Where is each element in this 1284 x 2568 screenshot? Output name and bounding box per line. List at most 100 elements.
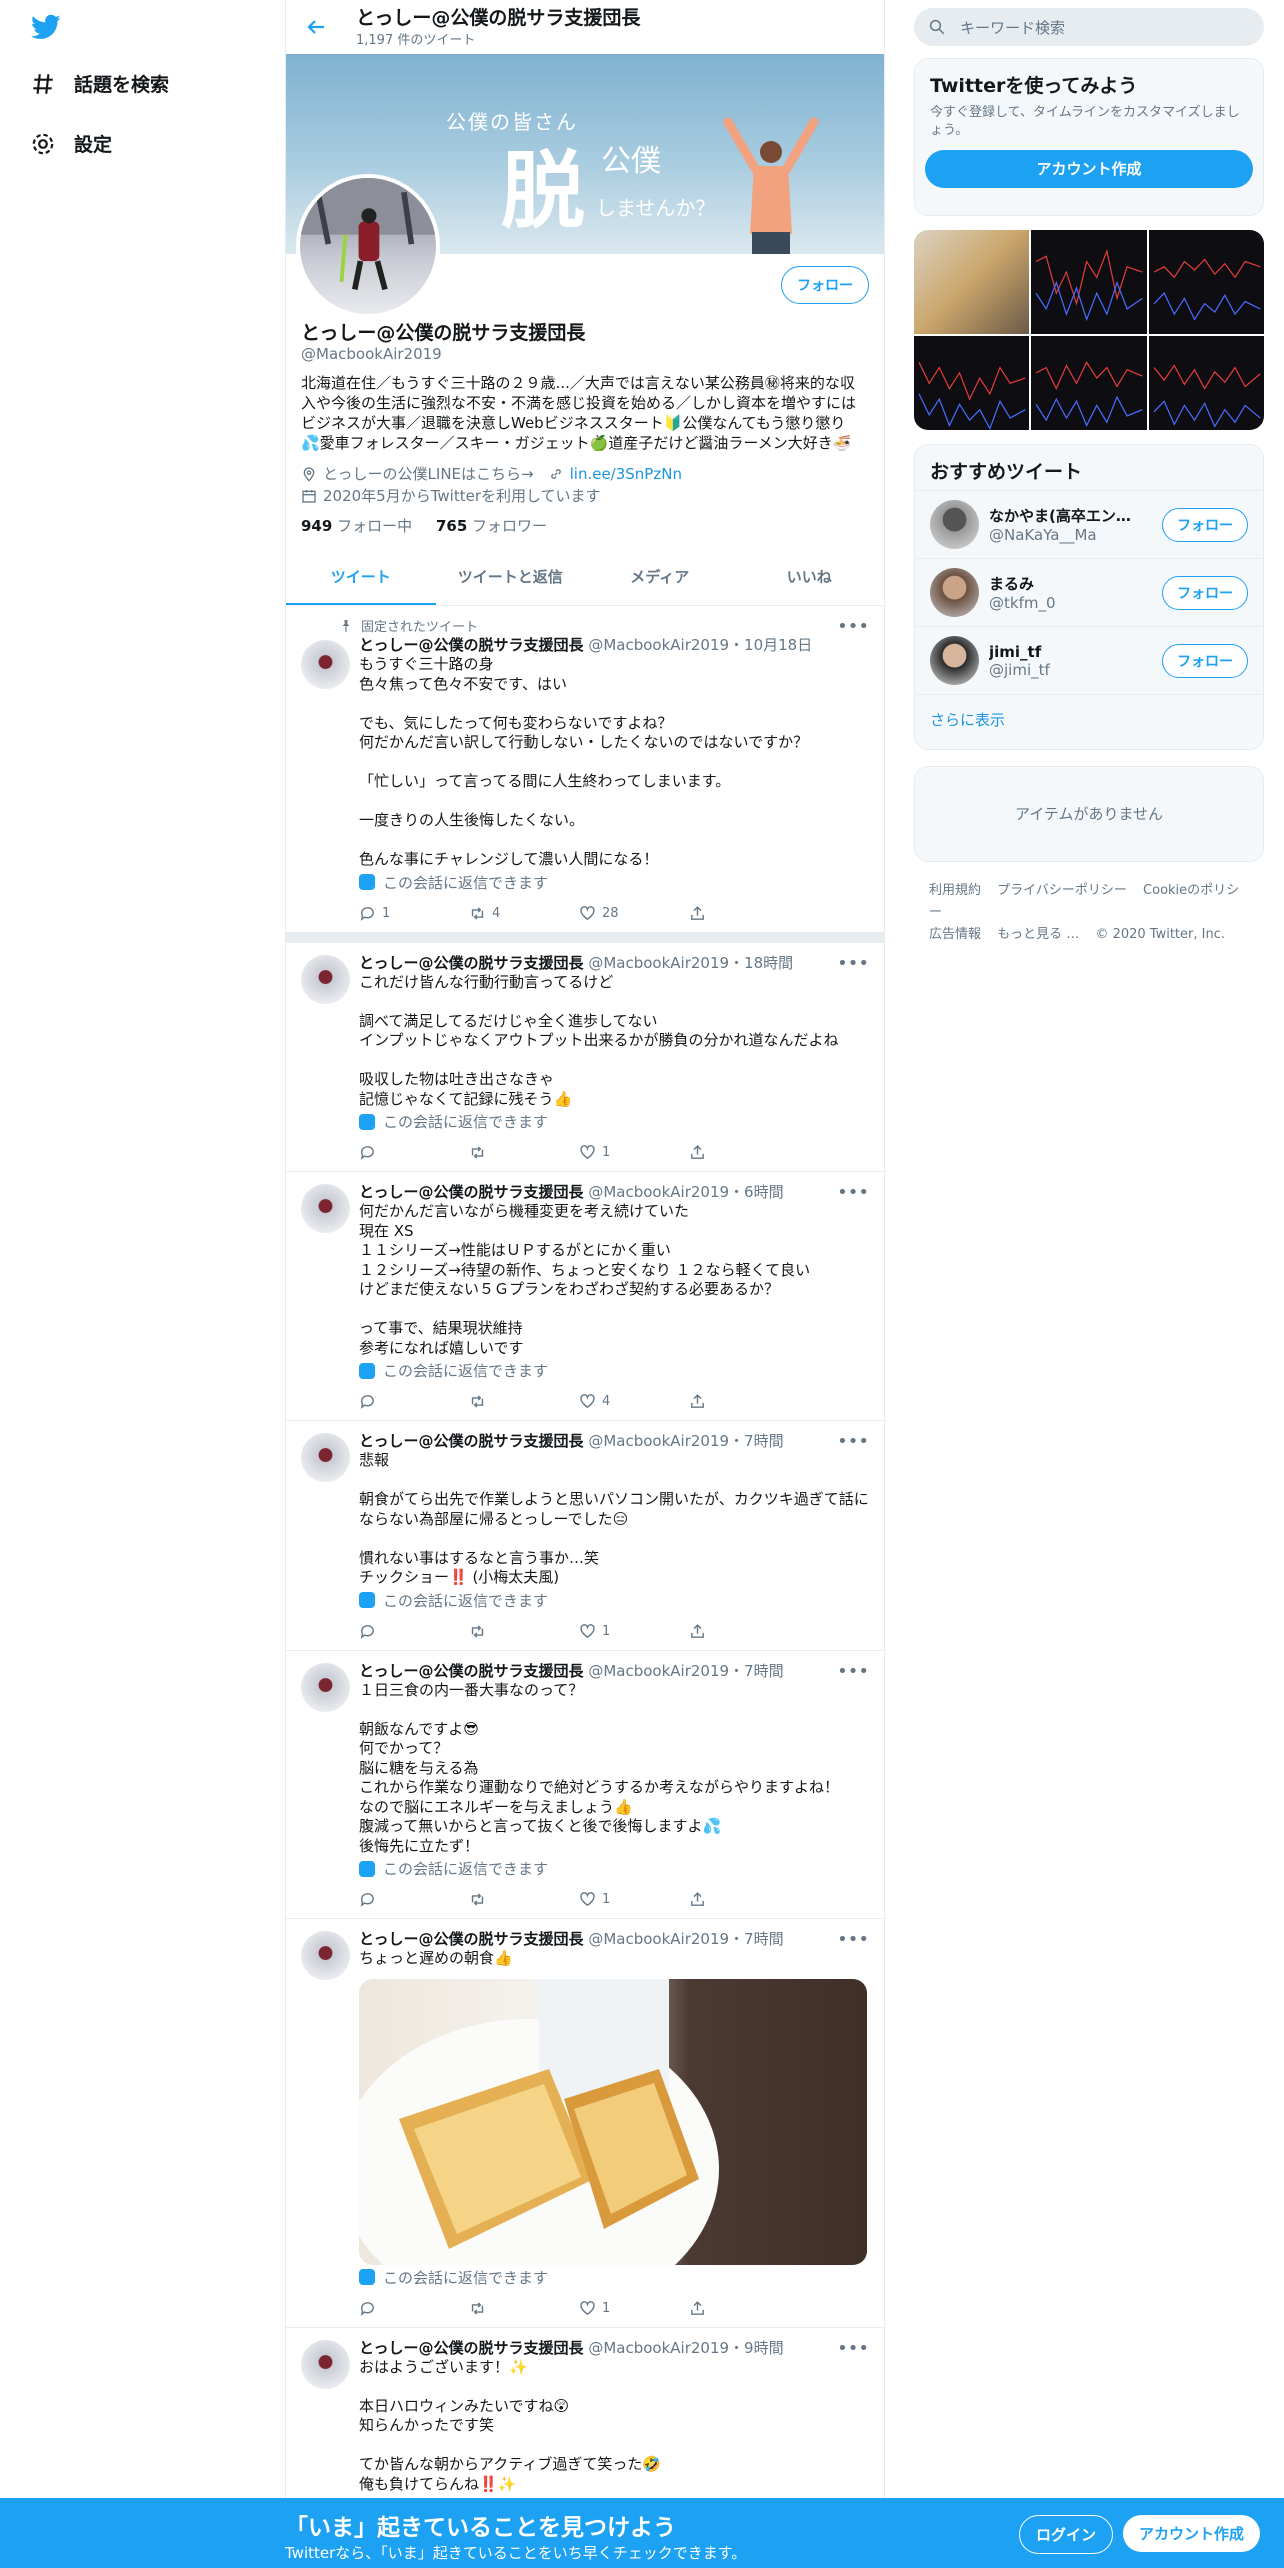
rec-follow-button[interactable]: フォロー: [1162, 507, 1248, 542]
tweet-photo[interactable]: [359, 1978, 867, 2265]
rec-avatar[interactable]: [930, 636, 979, 685]
share-button[interactable]: [689, 1623, 799, 1640]
nav-explore[interactable]: 話題を検索: [30, 70, 169, 97]
like-button[interactable]: 1: [579, 1891, 689, 1908]
rec-user[interactable]: まるみ @tkfm_0 フォロー: [915, 558, 1263, 626]
tweet-author-name[interactable]: とっしー@公僕の脱サラ支援団長: [359, 636, 584, 654]
tweet-meta[interactable]: @MacbookAir2019・7時間: [588, 1432, 783, 1450]
footer-ads[interactable]: 広告情報: [929, 927, 981, 942]
rec-user[interactable]: なかやま(高卒エンジニア)@NaKaYa__Ma フォロー: [915, 490, 1263, 558]
media-thumb-3[interactable]: [1148, 230, 1264, 335]
tab-media[interactable]: メディア: [585, 550, 735, 605]
signup-button[interactable]: アカウント作成: [925, 150, 1253, 188]
like-button[interactable]: 1: [579, 2300, 689, 2317]
tweet-header: とっしー@公僕の脱サラ支援団長 @MacbookAir2019・7時間: [359, 1431, 869, 1451]
retweet-button[interactable]: 4: [469, 905, 579, 922]
reply-button[interactable]: [359, 1144, 469, 1161]
tweet-avatar[interactable]: [301, 2339, 350, 2389]
tweet-meta[interactable]: @MacbookAir2019・9時間: [588, 2339, 783, 2357]
tweet[interactable]: 固定されたツイート ••• とっしー@公僕の脱サラ支援団長 @MacbookAir2…: [286, 606, 884, 933]
following-label[interactable]: フォロー中: [337, 517, 412, 535]
following-count[interactable]: 949: [301, 517, 332, 535]
retweet-button[interactable]: [469, 1393, 579, 1410]
tweet-avatar[interactable]: [301, 1433, 350, 1482]
tweet[interactable]: ••• とっしー@公僕の脱サラ支援団長 @MacbookAir2019・7時間 １日…: [286, 1651, 884, 1919]
more-options-icon[interactable]: •••: [837, 953, 869, 974]
more-options-icon[interactable]: •••: [837, 1182, 869, 1203]
back-arrow-icon[interactable]: [304, 15, 328, 39]
tab-likes[interactable]: いいね: [735, 550, 885, 605]
search-box[interactable]: キーワード検索: [914, 8, 1264, 46]
bottom-signup-button[interactable]: アカウント作成: [1123, 2515, 1261, 2552]
like-button[interactable]: 28: [579, 905, 689, 922]
more-options-icon[interactable]: •••: [837, 2338, 869, 2359]
tweet-avatar[interactable]: [301, 1662, 350, 1712]
profile-link[interactable]: lin.ee/3SnPzNn: [570, 463, 682, 485]
footer-more[interactable]: もっと見る …: [997, 927, 1079, 942]
reply-button[interactable]: [359, 1393, 469, 1410]
reply-button[interactable]: [359, 1891, 469, 1908]
tweet[interactable]: ••• とっしー@公僕の脱サラ支援団長 @MacbookAir2019・7時間 ちょ…: [286, 1919, 884, 2328]
tweet[interactable]: ••• とっしー@公僕の脱サラ支援団長 @MacbookAir2019・9時間 おは…: [286, 2328, 884, 2505]
media-thumb-1[interactable]: [914, 230, 1030, 335]
share-button[interactable]: [689, 2300, 799, 2317]
follow-button[interactable]: フォロー: [781, 266, 869, 304]
retweet-button[interactable]: [469, 1623, 579, 1640]
reply-button[interactable]: 1: [359, 905, 469, 922]
share-button[interactable]: [689, 1144, 799, 1161]
tweet-avatar[interactable]: [301, 1184, 350, 1233]
tweet-author-name[interactable]: とっしー@公僕の脱サラ支援団長: [359, 1662, 584, 1680]
tweet-meta[interactable]: @MacbookAir2019・18時間: [588, 954, 793, 972]
footer-terms[interactable]: 利用規約: [929, 883, 981, 898]
retweet-button[interactable]: [469, 1144, 579, 1161]
tweet-avatar[interactable]: [301, 640, 350, 689]
media-thumb-2[interactable]: [1031, 230, 1147, 335]
tweet-author-name[interactable]: とっしー@公僕の脱サラ支援団長: [359, 2339, 584, 2357]
like-button[interactable]: 1: [579, 1144, 689, 1161]
share-button[interactable]: [689, 905, 799, 922]
footer-privacy[interactable]: プライバシーポリシー: [997, 883, 1127, 898]
share-button[interactable]: [689, 1393, 799, 1410]
rec-avatar[interactable]: [930, 500, 979, 549]
more-options-icon[interactable]: •••: [837, 616, 869, 637]
twitter-logo-icon[interactable]: [28, 12, 64, 42]
login-button[interactable]: ログイン: [1019, 2515, 1114, 2554]
rec-follow-button[interactable]: フォロー: [1162, 643, 1248, 678]
like-button[interactable]: 1: [579, 1623, 689, 1640]
tweet[interactable]: ••• とっしー@公僕の脱サラ支援団長 @MacbookAir2019・7時間 悲報…: [286, 1421, 884, 1651]
rec-user[interactable]: jimi_tf @jimi_tf フォロー: [915, 626, 1263, 694]
rec-avatar[interactable]: [930, 568, 979, 617]
more-options-icon[interactable]: •••: [837, 1929, 869, 1950]
media-thumb-6[interactable]: [1148, 336, 1264, 430]
reply-button[interactable]: [359, 1623, 469, 1640]
tweet-avatar[interactable]: [301, 954, 350, 1004]
nav-settings[interactable]: 設定: [30, 130, 112, 157]
retweet-button[interactable]: [469, 2300, 579, 2317]
tweet-avatar[interactable]: [301, 1931, 350, 1980]
tweet-author-name[interactable]: とっしー@公僕の脱サラ支援団長: [359, 1930, 584, 1948]
media-thumb-4[interactable]: [914, 336, 1030, 430]
profile-avatar[interactable]: [296, 174, 440, 318]
tweet[interactable]: ••• とっしー@公僕の脱サラ支援団長 @MacbookAir2019・6時間 何だ…: [286, 1172, 884, 1421]
tweet-author-name[interactable]: とっしー@公僕の脱サラ支援団長: [359, 1183, 584, 1201]
like-button[interactable]: 4: [579, 1393, 689, 1410]
more-options-icon[interactable]: •••: [837, 1661, 869, 1682]
tweet-author-name[interactable]: とっしー@公僕の脱サラ支援団長: [359, 954, 584, 972]
rec-follow-button[interactable]: フォロー: [1162, 575, 1248, 610]
tweet-meta[interactable]: @MacbookAir2019・7時間: [588, 1930, 783, 1948]
followers-count[interactable]: 765: [436, 517, 467, 535]
media-thumb-5[interactable]: [1031, 336, 1147, 430]
show-more-link[interactable]: さらに表示: [915, 694, 1263, 744]
tweet-meta[interactable]: @MacbookAir2019・6時間: [588, 1183, 783, 1201]
reply-button[interactable]: [359, 2300, 469, 2317]
tweet-author-name[interactable]: とっしー@公僕の脱サラ支援団長: [359, 1432, 584, 1450]
more-options-icon[interactable]: •••: [837, 1431, 869, 1452]
tab-tweets-replies[interactable]: ツイートと返信: [436, 550, 586, 605]
followers-label[interactable]: フォロワー: [472, 517, 547, 535]
tweet-meta[interactable]: @MacbookAir2019・7時間: [588, 1662, 783, 1680]
retweet-button[interactable]: [469, 1891, 579, 1908]
tweet-meta[interactable]: @MacbookAir2019・10月18日: [588, 636, 812, 654]
tweet[interactable]: ••• とっしー@公僕の脱サラ支援団長 @MacbookAir2019・18時間こ…: [286, 943, 884, 1172]
tab-tweets[interactable]: ツイート: [286, 550, 436, 605]
share-button[interactable]: [689, 1891, 799, 1908]
